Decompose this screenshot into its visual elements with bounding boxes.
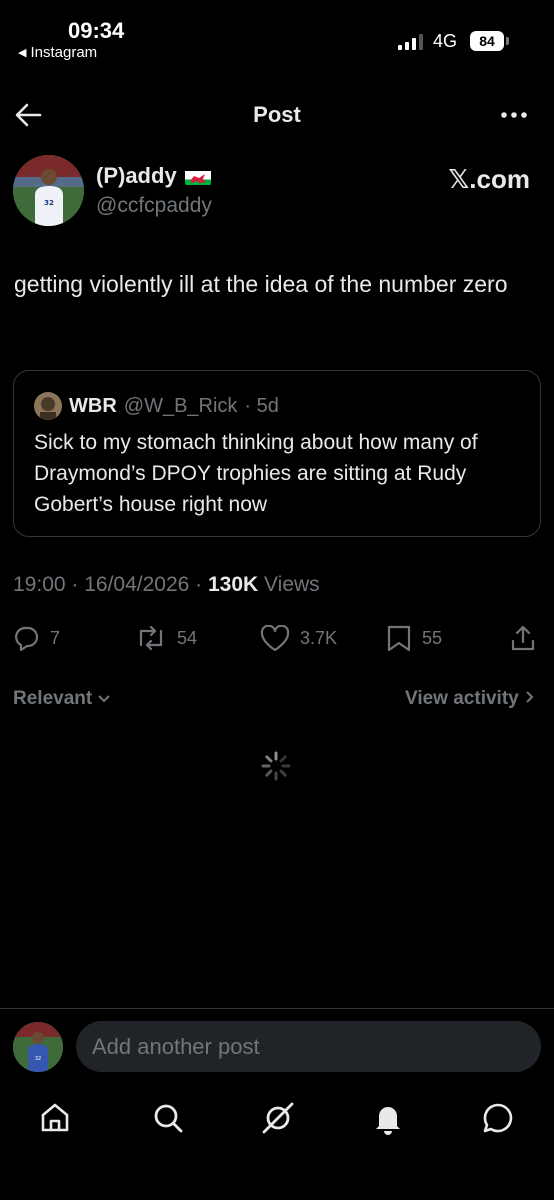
composer-avatar[interactable]: 32: [13, 1022, 63, 1072]
replies-sort-label: Relevant: [13, 688, 93, 709]
quoted-text: Sick to my stomach thinking about how ma…: [34, 431, 478, 516]
post-text: getting violently ill at the idea of the…: [14, 271, 508, 297]
author-avatar[interactable]: 32: [13, 155, 84, 226]
notifications-icon[interactable]: [370, 1100, 406, 1136]
post-header: Post: [0, 92, 554, 138]
status-time: 09:34: [68, 18, 125, 43]
grok-icon[interactable]: [260, 1100, 296, 1136]
replies-sort-dropdown[interactable]: Relevant: [13, 688, 111, 710]
views-count: 130K: [207, 573, 259, 596]
svg-text:32: 32: [35, 1056, 41, 1062]
like-icon: [260, 624, 290, 652]
like-button[interactable]: 3.7K: [260, 620, 337, 656]
author-display-name[interactable]: (P)addy: [96, 163, 211, 189]
spinner-icon: [260, 750, 292, 782]
bottom-tab-bar: [0, 1092, 554, 1144]
reply-count: 7: [50, 627, 61, 648]
quoted-post[interactable]: WBR @W_B_Rick · 5d Sick to my stomach th…: [13, 370, 541, 537]
reply-button[interactable]: 7: [13, 620, 60, 656]
bookmark-button[interactable]: 55: [386, 620, 442, 656]
svg-text:32: 32: [44, 199, 54, 207]
battery-tip: [506, 37, 509, 45]
quoted-display-name: WBR: [69, 394, 117, 417]
quoted-avatar: [34, 392, 62, 420]
more-icon[interactable]: [498, 100, 530, 130]
views-label: Views: [258, 573, 320, 596]
signal-icon: [398, 34, 423, 50]
view-activity-label: View activity: [405, 688, 519, 709]
back-triangle-icon: ◀: [18, 47, 27, 59]
repost-button[interactable]: 54: [135, 620, 197, 656]
like-count: 3.7K: [300, 627, 338, 648]
battery-level: 84: [470, 31, 504, 51]
share-icon: [510, 624, 536, 652]
quoted-handle: @W_B_Rick: [123, 394, 238, 417]
messages-icon[interactable]: [480, 1100, 516, 1136]
reply-icon: [13, 625, 40, 652]
share-button[interactable]: [510, 620, 536, 656]
x-brand-watermark: 𝕏.com: [448, 164, 530, 194]
quoted-post-header: WBR @W_B_Rick · 5d: [34, 392, 279, 420]
repost-count: 54: [177, 627, 198, 648]
back-to-app-link[interactable]: ◀ Instagram: [18, 44, 97, 61]
bookmark-icon: [386, 624, 412, 652]
wales-flag-icon: [184, 168, 211, 185]
add-post-input[interactable]: [76, 1021, 541, 1072]
bookmark-count: 55: [422, 627, 443, 648]
action-bar: 7 54 3.7K 55: [0, 620, 554, 656]
quoted-age: · 5d: [244, 394, 279, 417]
page-title: Post: [253, 102, 301, 127]
repost-icon: [135, 625, 167, 651]
chevron-right-icon: [524, 688, 536, 709]
compose-divider: [0, 1008, 554, 1009]
back-arrow-icon[interactable]: [14, 102, 42, 128]
search-icon[interactable]: [150, 1100, 186, 1136]
chevron-down-icon: [97, 688, 111, 709]
author-name-text: (P)addy: [96, 163, 177, 188]
author-handle[interactable]: @ccfcpaddy: [96, 194, 212, 218]
status-bar: 09:34 ◀ Instagram 4G 84: [0, 0, 554, 70]
back-app-label: Instagram: [30, 44, 98, 61]
home-icon[interactable]: [37, 1100, 73, 1136]
post-timestamp: 19:00 · 16/04/2026 ·: [13, 573, 208, 596]
post-meta: 19:00 · 16/04/2026 · 130K Views: [13, 573, 320, 597]
network-type: 4G: [433, 31, 458, 51]
view-activity-link[interactable]: View activity: [405, 688, 536, 710]
